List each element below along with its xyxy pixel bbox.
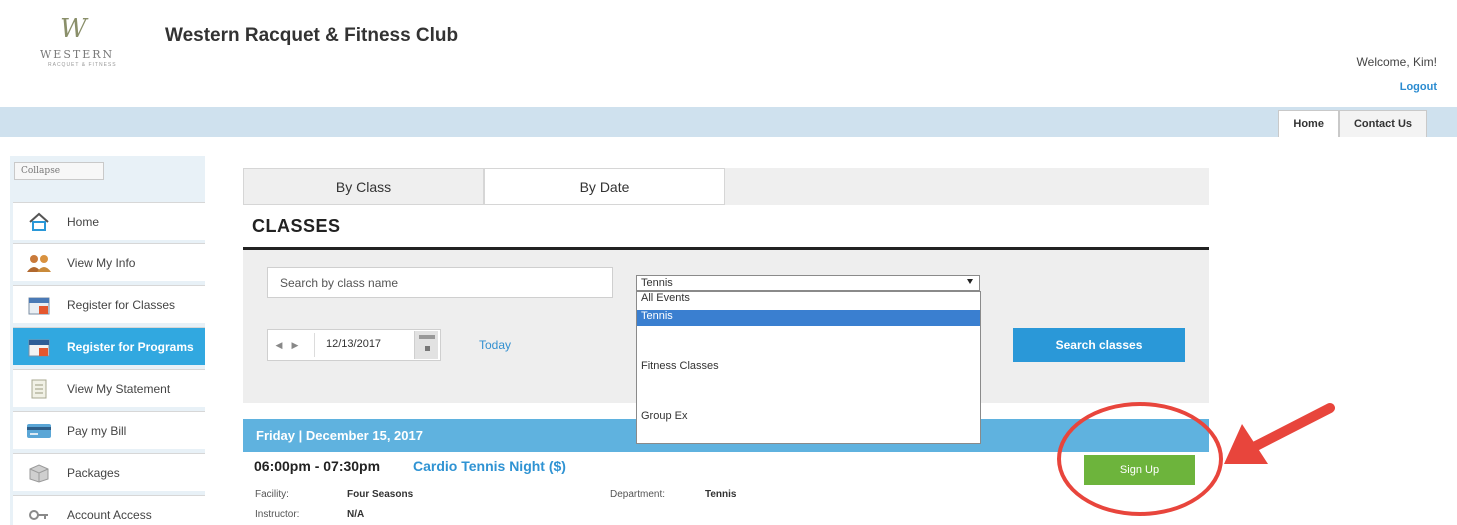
sidebar-item-home[interactable]: Home [13, 202, 205, 240]
date-picker: ◀ ▶ 12/13/2017 [267, 329, 441, 361]
house-icon [25, 211, 53, 233]
chevron-down-icon [967, 279, 973, 284]
day-header: Friday | December 15, 2017 [256, 428, 423, 443]
key-icon [25, 504, 53, 525]
sidebar-item-label: Register for Classes [67, 297, 176, 312]
club-logo: W WESTERN RACQUET & FITNESS [22, 12, 142, 72]
sidebar-item-label: View My Info [67, 255, 136, 270]
top-tab-contact-us[interactable]: Contact Us [1338, 110, 1427, 137]
sidebar-item-label: Pay my Bill [67, 423, 127, 438]
page-title: CLASSES [252, 216, 341, 236]
facility-value: Four Seasons [347, 489, 414, 500]
date-separator [314, 333, 315, 357]
sidebar-item-label: Home [67, 214, 100, 229]
logo-mark: W [60, 14, 87, 44]
next-date-button[interactable]: ▶ [290, 338, 300, 352]
search-classes-button[interactable]: Search classes [1013, 328, 1185, 362]
club-name: Western Racquet & Fitness Club [165, 25, 459, 46]
highlight-circle [1057, 402, 1223, 516]
sidebar-item-pay-my-bill[interactable]: Pay my Bill [13, 411, 205, 449]
class-search-input[interactable] [267, 267, 613, 298]
facility-label: Facility: [255, 489, 289, 500]
previous-date-button[interactable]: ◀ [274, 338, 284, 352]
sidebar-item-label: View My Statement [67, 381, 171, 396]
dropdown-option-all-events[interactable]: All Events [637, 292, 980, 307]
sidebar-item-view-my-statement[interactable]: View My Statement [13, 369, 205, 407]
box-icon [25, 462, 53, 484]
class-time: 06:00pm - 07:30pm [254, 458, 381, 474]
dropdown-option-tennis[interactable]: Tennis [637, 310, 980, 326]
logout-link[interactable]: Logout [1400, 81, 1437, 93]
event-type-selected: Tennis [641, 277, 673, 289]
date-input[interactable]: 12/13/2017 [326, 338, 381, 350]
people-icon [25, 252, 53, 274]
class-name-link[interactable]: Cardio Tennis Night ($) [413, 458, 566, 474]
top-tab-home[interactable]: Home [1278, 110, 1339, 137]
sidebar-item-packages[interactable]: Packages [13, 453, 205, 491]
calendar-icon [25, 336, 53, 358]
department-label: Department: [610, 489, 666, 500]
logo-wordmark: WESTERN [40, 48, 115, 61]
document-icon [25, 378, 53, 400]
event-type-dropdown: All Events Tennis Fitness Classes Group … [636, 291, 981, 444]
sidebar-item-account-access[interactable]: Account Access [13, 495, 205, 525]
top-nav-bar [0, 107, 1457, 137]
dropdown-option-fitness-classes[interactable]: Fitness Classes [637, 360, 980, 376]
sidebar-item-label: Account Access [67, 507, 152, 522]
sidebar: Collapse Home View My Info Register for … [10, 156, 205, 525]
logo-subtitle: RACQUET & FITNESS [48, 62, 117, 68]
calendar-icon [25, 294, 53, 316]
instructor-value: N/A [347, 509, 365, 520]
pointer-arrow-icon [1224, 403, 1335, 464]
instructor-label: Instructor: [255, 509, 300, 520]
event-type-select[interactable]: Tennis [636, 275, 980, 291]
calendar-icon[interactable] [414, 331, 438, 359]
tab-by-class[interactable]: By Class [243, 168, 484, 205]
sidebar-item-label: Register for Programs [67, 339, 194, 354]
today-link[interactable]: Today [479, 338, 511, 352]
tab-by-date[interactable]: By Date [484, 168, 725, 205]
collapse-button[interactable]: Collapse [14, 162, 104, 180]
sidebar-item-register-for-programs[interactable]: Register for Programs [13, 327, 205, 365]
sidebar-item-register-for-classes[interactable]: Register for Classes [13, 285, 205, 323]
sidebar-item-label: Packages [67, 465, 120, 480]
dropdown-option-group-ex[interactable]: Group Ex [637, 410, 980, 426]
department-value: Tennis [705, 489, 737, 500]
welcome-message: Welcome, Kim! [1356, 55, 1437, 69]
top-nav-tabs: Home Contact Us [1278, 110, 1427, 137]
credit-card-icon [25, 420, 53, 442]
sidebar-item-view-my-info[interactable]: View My Info [13, 243, 205, 281]
view-tabs: By Class By Date [243, 168, 1209, 205]
